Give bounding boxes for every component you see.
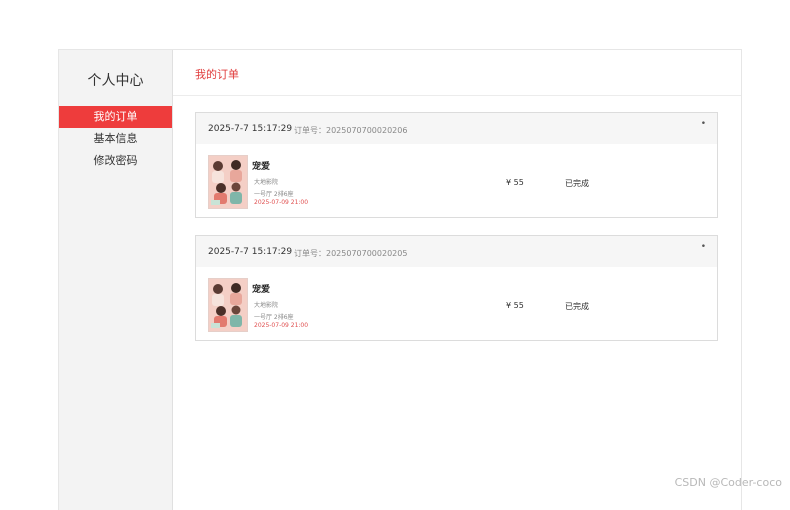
poster-art-icon [209,156,247,208]
movie-name: 宠爱 [252,285,271,295]
order-price: ¥ 55 [506,178,524,187]
order-number: 订单号：2025070700020206 [294,126,408,135]
sidebar-item-basic-info[interactable]: 基本信息 [59,128,172,150]
movie-poster [208,278,248,332]
poster-art-icon [209,279,247,331]
watermark: CSDN @Coder-coco [674,476,782,489]
order-price: ¥ 55 [506,301,524,310]
cinema-name: 大地影院 [254,302,279,309]
order-status: 已完成 [565,179,589,188]
order-header: 2025-7-7 15:17:29 订单号：2025070700020206 • [196,113,717,144]
seat-info: 一号厅 2排6座 [254,314,294,321]
order-menu-dot-icon[interactable]: • [701,242,706,252]
movie-poster [208,155,248,209]
profile-page-frame: 个人中心 我的订单 基本信息 修改密码 我的订单 2025-7-7 15:17:… [58,49,742,510]
showtime: 2025-07-09 21:00 [254,199,309,206]
page-title: 我的订单 [195,68,239,81]
sidebar-menu: 我的订单 基本信息 修改密码 [59,106,172,172]
seat-info: 一号厅 2排6座 [254,191,294,198]
order-time: 2025-7-7 15:17:29 [208,124,293,134]
main-content: 我的订单 2025-7-7 15:17:29 订单号：2025070700020… [173,50,741,510]
order-time: 2025-7-7 15:17:29 [208,247,293,257]
sidebar-title: 个人中心 [87,73,144,89]
sidebar-item-my-orders[interactable]: 我的订单 [59,106,172,128]
title-divider [173,95,741,96]
order-menu-dot-icon[interactable]: • [701,119,706,129]
order-card: 2025-7-7 15:17:29 订单号：2025070700020206 • [195,112,718,218]
order-status: 已完成 [565,302,589,311]
sidebar: 个人中心 我的订单 基本信息 修改密码 [59,50,173,510]
order-header: 2025-7-7 15:17:29 订单号：2025070700020205 • [196,236,717,267]
movie-name: 宠爱 [252,162,271,172]
order-number: 订单号：2025070700020205 [294,249,408,258]
order-card: 2025-7-7 15:17:29 订单号：2025070700020205 • [195,235,718,341]
cinema-name: 大地影院 [254,179,279,186]
showtime: 2025-07-09 21:00 [254,322,309,329]
sidebar-item-change-password[interactable]: 修改密码 [59,150,172,172]
